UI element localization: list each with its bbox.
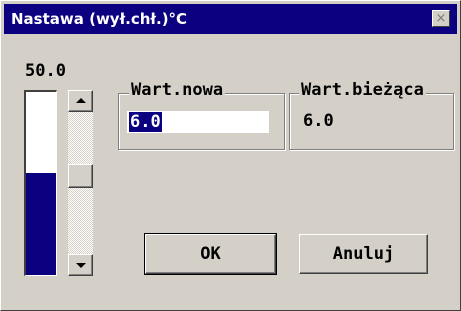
scrollbar-thumb[interactable] — [68, 164, 93, 188]
arrow-up-icon — [76, 98, 86, 103]
arrow-down-icon — [76, 263, 86, 268]
scroll-down-button[interactable] — [68, 254, 93, 276]
gauge-value-label: 50.0 — [25, 61, 66, 81]
scroll-up-button[interactable] — [68, 90, 93, 112]
close-icon: × — [435, 11, 447, 26]
cancel-button[interactable]: Anuluj — [299, 234, 428, 274]
setpoint-dialog: Nastawa (wył.chł.)°C × 50.0 Wart.nowa 6.… — [0, 0, 461, 311]
window-title: Nastawa (wył.chł.)°C — [11, 10, 188, 28]
new-value-legend: Wart.nowa — [129, 80, 226, 100]
new-value-input[interactable]: 6.0 — [127, 111, 269, 133]
new-value-text: 6.0 — [129, 112, 162, 132]
close-button[interactable]: × — [432, 10, 450, 27]
level-gauge — [24, 90, 57, 276]
current-value-legend: Wart.bieżąca — [299, 80, 426, 100]
ok-button[interactable]: OK — [144, 233, 277, 275]
value-scrollbar[interactable] — [68, 90, 93, 276]
title-bar[interactable]: Nastawa (wył.chł.)°C × — [4, 4, 457, 34]
level-gauge-fill — [26, 172, 56, 275]
current-value-text: 6.0 — [303, 111, 334, 131]
